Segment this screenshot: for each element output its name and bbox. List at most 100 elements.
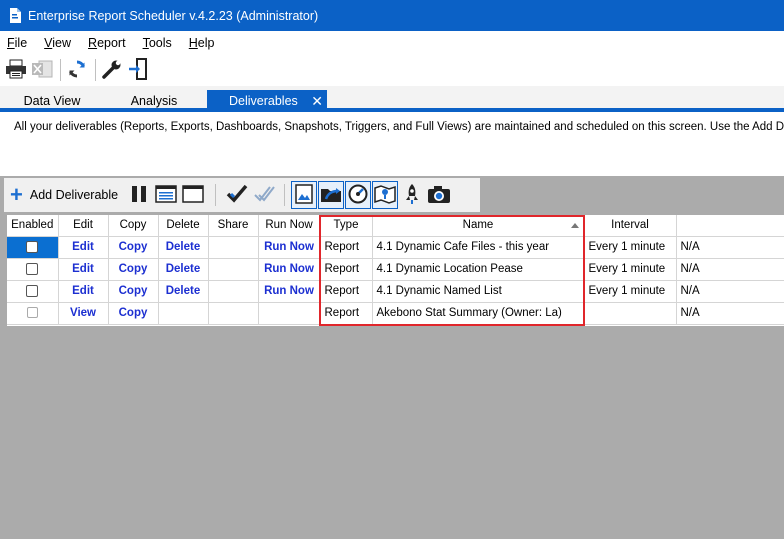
uncheck-button[interactable] xyxy=(251,181,277,209)
map-type-button[interactable] xyxy=(372,181,399,209)
run-now-link[interactable]: Run Now xyxy=(258,236,321,259)
menu-report[interactable]: Report xyxy=(81,36,132,50)
pause-button[interactable] xyxy=(126,181,152,209)
list-view-button[interactable] xyxy=(153,181,179,209)
column-header-type[interactable]: Type xyxy=(320,215,373,237)
enabled-checkbox[interactable] xyxy=(26,307,38,319)
export-excel-button[interactable] xyxy=(30,58,54,82)
delete-link[interactable]: Delete xyxy=(158,280,209,303)
column-header-run-now[interactable]: Run Now xyxy=(258,215,321,237)
share-cell xyxy=(208,258,259,281)
close-tab-icon[interactable]: ✕ xyxy=(311,90,323,112)
image-report-icon xyxy=(294,183,314,207)
toolbar-separator xyxy=(284,184,286,206)
gauge-icon xyxy=(348,184,368,207)
interval-cell: Every 1 minute xyxy=(584,258,677,281)
type-cell: Report xyxy=(320,258,373,281)
window-title: Enterprise Report Scheduler v.4.2.23 (Ad… xyxy=(28,8,319,23)
table-row[interactable]: Edit Copy Delete Run Now Report 4.1 Dyna… xyxy=(7,236,784,259)
enabled-checkbox-cell[interactable] xyxy=(7,280,59,303)
edit-link[interactable]: Edit xyxy=(58,280,109,303)
map-icon xyxy=(374,184,396,207)
print-button[interactable] xyxy=(4,58,28,82)
tab-analysis[interactable]: Analysis xyxy=(107,91,201,112)
run-now-cell xyxy=(258,302,321,325)
deliverables-toolbar: + Add Deliverable xyxy=(4,178,480,212)
copy-link[interactable]: Copy xyxy=(108,280,159,303)
tab-strip: Data View Analysis Deliverables ✕ xyxy=(0,86,784,112)
delete-link[interactable]: Delete xyxy=(158,258,209,281)
main-toolbar xyxy=(0,54,784,86)
enabled-checkbox[interactable] xyxy=(26,240,39,253)
refresh-button[interactable] xyxy=(65,58,89,82)
checkmark-icon xyxy=(226,184,248,207)
interval-cell xyxy=(584,302,677,325)
share-cell xyxy=(208,302,259,325)
edit-link[interactable]: Edit xyxy=(58,258,109,281)
menu-file[interactable]: File xyxy=(0,36,33,50)
menu-bar: File View Report Tools Help xyxy=(0,31,784,54)
type-cell: Report xyxy=(320,236,373,259)
refresh-icon xyxy=(67,59,87,82)
column-header-copy[interactable]: Copy xyxy=(108,215,159,237)
edit-link[interactable]: Edit xyxy=(58,236,109,259)
enabled-checkbox-cell[interactable] xyxy=(7,302,59,325)
name-cell: 4.1 Dynamic Cafe Files - this year xyxy=(372,236,585,259)
column-header-delete[interactable]: Delete xyxy=(158,215,209,237)
column-header-name[interactable]: Name xyxy=(372,215,585,237)
status-cell: N/A xyxy=(676,302,784,325)
copy-link[interactable]: Copy xyxy=(108,302,159,325)
run-now-link[interactable]: Run Now xyxy=(258,280,321,303)
tab-deliverables[interactable]: Deliverables ✕ xyxy=(207,90,327,112)
menu-help[interactable]: Help xyxy=(182,36,221,50)
wrench-icon xyxy=(102,59,122,82)
check-button[interactable] xyxy=(224,181,250,209)
settings-button[interactable] xyxy=(100,58,124,82)
table-row[interactable]: Edit Copy Delete Run Now Report 4.1 Dyna… xyxy=(7,258,784,281)
type-cell: Report xyxy=(320,302,373,325)
share-cell xyxy=(208,236,259,259)
enabled-checkbox-cell[interactable] xyxy=(7,258,59,281)
run-now-link[interactable]: Run Now xyxy=(258,258,321,281)
tab-data-view[interactable]: Data View xyxy=(5,91,99,112)
add-deliverable-button[interactable]: + Add Deliverable xyxy=(4,178,118,212)
export-type-button[interactable] xyxy=(318,181,345,209)
window-icon xyxy=(182,184,204,206)
column-header-share[interactable]: Share xyxy=(208,215,259,237)
enabled-checkbox-cell[interactable] xyxy=(7,236,59,259)
name-cell: 4.1 Dynamic Location Pease xyxy=(372,258,585,281)
enabled-checkbox[interactable] xyxy=(26,284,39,297)
rocket-icon xyxy=(404,183,420,208)
status-cell: N/A xyxy=(676,236,784,259)
window-view-button[interactable] xyxy=(180,181,206,209)
column-header-edit[interactable]: Edit xyxy=(58,215,109,237)
snapshot-button[interactable] xyxy=(426,181,452,209)
enabled-checkbox[interactable] xyxy=(26,262,39,275)
toolbar-separator xyxy=(60,59,61,81)
share-cell xyxy=(208,280,259,303)
column-header-status[interactable] xyxy=(676,215,784,237)
dashboard-type-button[interactable] xyxy=(345,181,372,209)
grid-header-row: Enabled Edit Copy Delete Share Run Now T… xyxy=(7,215,784,237)
table-row[interactable]: Edit Copy Delete Run Now Report 4.1 Dyna… xyxy=(7,280,784,303)
delete-cell xyxy=(158,302,209,325)
copy-link[interactable]: Copy xyxy=(108,258,159,281)
menu-tools[interactable]: Tools xyxy=(136,36,178,50)
trigger-button[interactable] xyxy=(399,181,425,209)
column-header-interval[interactable]: Interval xyxy=(584,215,677,237)
status-cell: N/A xyxy=(676,258,784,281)
table-row[interactable]: View Copy Report Akebono Stat Summary (O… xyxy=(7,302,784,325)
name-cell: Akebono Stat Summary (Owner: La) xyxy=(372,302,585,325)
toolbar-separator xyxy=(215,184,217,206)
delete-link[interactable]: Delete xyxy=(158,236,209,259)
plus-icon: + xyxy=(10,182,23,207)
name-cell: 4.1 Dynamic Named List xyxy=(372,280,585,303)
menu-view[interactable]: View xyxy=(37,36,77,50)
exit-button[interactable] xyxy=(126,57,150,82)
type-cell: Report xyxy=(320,280,373,303)
column-header-enabled[interactable]: Enabled xyxy=(7,215,59,237)
report-type-button[interactable] xyxy=(291,181,318,209)
folder-export-icon xyxy=(320,184,342,207)
copy-link[interactable]: Copy xyxy=(108,236,159,259)
view-link[interactable]: View xyxy=(58,302,109,325)
